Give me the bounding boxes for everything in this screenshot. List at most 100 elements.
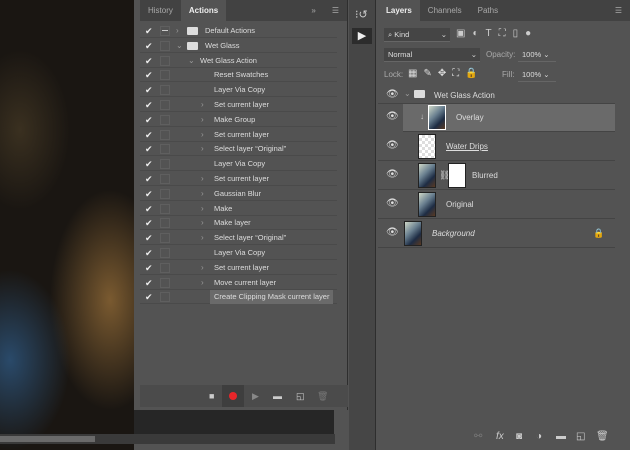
- layer-name[interactable]: Original: [446, 200, 474, 209]
- dialog-toggle[interactable]: [160, 203, 170, 214]
- chevron-right-icon[interactable]: ›: [201, 98, 204, 112]
- new-group-icon[interactable]: ▬: [556, 431, 566, 442]
- document-canvas[interactable]: [0, 0, 134, 450]
- action-row[interactable]: ✔ › Make Group: [140, 113, 337, 127]
- chevron-down-icon[interactable]: ⌄: [404, 89, 411, 98]
- layer-row[interactable]: 👁 ↓ Overlay: [386, 104, 615, 132]
- layer-name[interactable]: Blurred: [472, 171, 498, 180]
- chevron-right-icon[interactable]: ›: [201, 231, 204, 245]
- checkmark-icon[interactable]: ✔: [145, 276, 153, 290]
- play-icon[interactable]: ▶: [252, 385, 259, 407]
- action-row[interactable]: ✔ Layer Via Copy: [140, 83, 337, 98]
- checkmark-icon[interactable]: ✔: [145, 83, 153, 97]
- adjustment-icon[interactable]: ◑: [536, 431, 542, 442]
- action-row[interactable]: ✔ › Set current layer: [140, 98, 337, 112]
- layer-mask-thumbnail[interactable]: [448, 163, 466, 188]
- blend-mode-select[interactable]: Normal ⌄: [384, 48, 480, 62]
- layer-name[interactable]: Background: [432, 229, 475, 238]
- layer-row[interactable]: 👁 Background 🔒: [378, 220, 615, 248]
- lock-icons[interactable]: ▦✎✥⛶🔒: [408, 68, 484, 79]
- dialog-toggle[interactable]: [160, 40, 170, 51]
- visibility-eye-icon[interactable]: 👁: [386, 140, 399, 151]
- action-row[interactable]: ✔ › Set current layer: [140, 261, 337, 275]
- fill-input[interactable]: 100% ⌄: [518, 68, 556, 82]
- checkmark-icon[interactable]: ✔: [145, 216, 153, 230]
- dialog-toggle[interactable]: [160, 70, 170, 81]
- chevron-right-icon[interactable]: ›: [201, 216, 204, 230]
- tab-actions[interactable]: Actions: [180, 0, 227, 21]
- layer-name[interactable]: Water Drips: [446, 142, 488, 151]
- action-row[interactable]: ✔ › Gaussian Blur: [140, 187, 337, 201]
- dialog-toggle[interactable]: [160, 292, 170, 303]
- checkmark-icon[interactable]: ✔: [145, 113, 153, 127]
- new-layer-icon[interactable]: ◱: [576, 431, 585, 442]
- action-row[interactable]: ✔ Layer Via Copy: [140, 157, 337, 172]
- panel-menu-icon[interactable]: ☰: [607, 0, 630, 21]
- tab-history[interactable]: History: [140, 0, 181, 21]
- dialog-toggle[interactable]: [160, 114, 170, 125]
- checkmark-icon[interactable]: ✔: [145, 142, 153, 156]
- layer-group-row[interactable]: 👁 ⌄ Wet Glass Action: [378, 86, 615, 104]
- action-row[interactable]: ✔ › Select layer “Original”: [140, 231, 337, 246]
- dialog-toggle[interactable]: [160, 144, 170, 155]
- chevron-right-icon[interactable]: ›: [201, 128, 204, 142]
- record-button[interactable]: [222, 385, 244, 407]
- visibility-eye-icon[interactable]: 👁: [386, 111, 399, 122]
- dialog-toggle[interactable]: [160, 248, 170, 258]
- action-row[interactable]: ✔ Reset Swatches: [140, 68, 337, 83]
- checkmark-icon[interactable]: ✔: [145, 202, 153, 216]
- checkmark-icon[interactable]: ✔: [145, 187, 153, 201]
- action-row[interactable]: ✔ › Move current layer: [140, 276, 337, 290]
- dialog-toggle[interactable]: [160, 262, 170, 273]
- chevron-down-icon[interactable]: ⌄: [188, 54, 195, 68]
- checkmark-icon[interactable]: ✔: [145, 98, 153, 112]
- action-row[interactable]: ✔ › Set current layer: [140, 172, 337, 186]
- chevron-right-icon[interactable]: ›: [176, 24, 179, 38]
- chevron-right-icon[interactable]: ›: [201, 202, 204, 216]
- tab-layers[interactable]: Layers: [378, 0, 420, 21]
- checkmark-icon[interactable]: ✔: [145, 39, 153, 53]
- delete-icon[interactable]: 🗑: [317, 385, 328, 407]
- action-row[interactable]: ✔ › Select layer “Original”: [140, 142, 337, 157]
- dialog-toggle[interactable]: [160, 55, 170, 66]
- dialog-toggle[interactable]: [160, 277, 170, 288]
- action-row[interactable]: ✔ ⌄ Wet Glass Action: [140, 54, 337, 68]
- checkmark-icon[interactable]: ✔: [145, 261, 153, 275]
- chevron-right-icon[interactable]: ›: [201, 172, 204, 186]
- actions-panel-icon[interactable]: ▶: [352, 28, 372, 44]
- checkmark-icon[interactable]: ✔: [145, 290, 153, 304]
- checkmark-icon[interactable]: ✔: [145, 231, 153, 245]
- dialog-toggle[interactable]: [160, 85, 170, 96]
- link-icon[interactable]: ⚯: [474, 431, 482, 442]
- new-action-icon[interactable]: ◱: [296, 385, 305, 407]
- checkmark-icon[interactable]: ✔: [145, 172, 153, 186]
- checkmark-icon[interactable]: ✔: [145, 157, 153, 171]
- dialog-toggle[interactable]: [160, 100, 170, 110]
- history-panel-icon[interactable]: ⁝↺: [355, 8, 368, 21]
- visibility-eye-icon[interactable]: 👁: [386, 89, 399, 100]
- tab-paths[interactable]: Paths: [470, 0, 506, 21]
- visibility-eye-icon[interactable]: 👁: [386, 227, 399, 238]
- action-row[interactable]: ✔ › Make: [140, 202, 337, 216]
- chevron-right-icon[interactable]: ›: [201, 142, 204, 156]
- dialog-toggle[interactable]: [160, 188, 170, 199]
- scrollbar-thumb[interactable]: [0, 436, 95, 442]
- opacity-input[interactable]: 100% ⌄: [518, 48, 556, 62]
- visibility-eye-icon[interactable]: 👁: [386, 169, 399, 180]
- visibility-eye-icon[interactable]: 👁: [386, 198, 399, 209]
- checkmark-icon[interactable]: ✔: [145, 54, 153, 68]
- chevron-right-icon[interactable]: ›: [201, 276, 204, 290]
- layer-row[interactable]: 👁 ⛓ Blurred: [378, 162, 615, 190]
- panel-menu-icon[interactable]: ☰: [324, 0, 347, 21]
- layer-row[interactable]: 👁 Original: [378, 191, 615, 219]
- mask-icon[interactable]: ◙: [516, 431, 522, 442]
- dialog-toggle[interactable]: [160, 26, 170, 36]
- checkmark-icon[interactable]: ✔: [145, 68, 153, 82]
- action-row[interactable]: ✔ › Set current layer: [140, 128, 337, 142]
- delete-layer-icon[interactable]: 🗑: [596, 431, 609, 442]
- action-row[interactable]: ✔ › Make layer: [140, 216, 337, 231]
- dialog-toggle[interactable]: [160, 174, 170, 184]
- new-set-icon[interactable]: ▬: [273, 385, 282, 407]
- action-row[interactable]: ✔ Create Clipping Mask current layer: [140, 290, 337, 305]
- layer-name[interactable]: Overlay: [456, 113, 484, 122]
